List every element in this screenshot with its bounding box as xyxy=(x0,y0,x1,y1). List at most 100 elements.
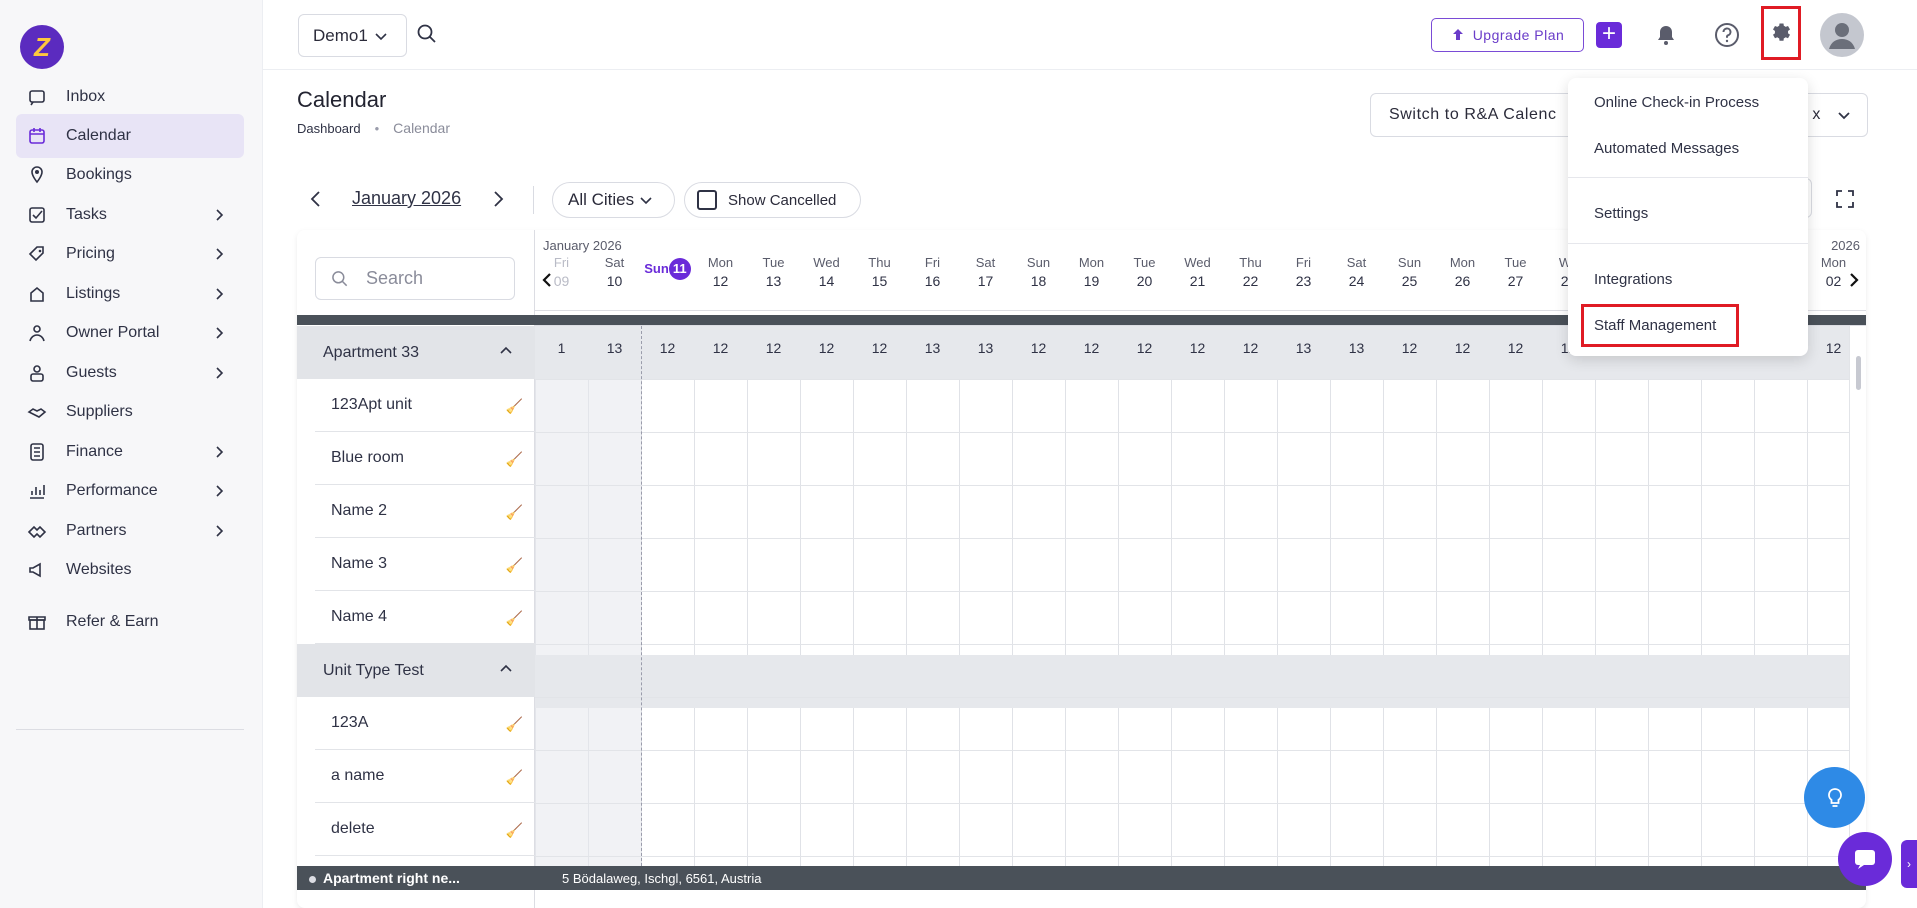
cleaning-brush-icon[interactable]: 🧹 xyxy=(506,716,523,733)
settings-gear-button[interactable] xyxy=(1761,6,1801,60)
cleaning-brush-icon[interactable]: 🧹 xyxy=(506,451,523,468)
sidebar-item-refer-earn[interactable]: Refer & Earn xyxy=(16,600,244,644)
cleaning-brush-icon[interactable]: 🧹 xyxy=(506,769,523,786)
unit-row[interactable]: 123A 🧹 xyxy=(315,697,535,750)
sidebar-item-inbox[interactable]: Inbox xyxy=(16,75,244,119)
app-logo[interactable]: Z xyxy=(20,25,64,69)
day-header[interactable]: Wed 21 xyxy=(1171,255,1224,289)
cleaning-brush-icon[interactable]: 🧹 xyxy=(506,822,523,839)
chevron-down-icon xyxy=(640,197,652,205)
next-month-arrow-icon[interactable] xyxy=(487,188,509,210)
day-header[interactable]: Tue 13 xyxy=(747,255,800,289)
group-header[interactable]: Unit Type Test xyxy=(297,644,535,697)
cleaning-brush-icon[interactable]: 🧹 xyxy=(506,610,523,627)
unit-row[interactable]: a name 🧹 xyxy=(315,750,535,803)
add-button[interactable]: + xyxy=(1596,22,1622,48)
sidebar-item-owner-portal[interactable]: Owner Portal xyxy=(16,311,244,355)
group-header[interactable]: Apartment 33 xyxy=(297,326,535,379)
day-of-week: Sat xyxy=(1346,255,1367,270)
prev-month-arrow-icon[interactable] xyxy=(305,188,327,210)
tips-button[interactable] xyxy=(1804,767,1865,828)
cities-filter[interactable]: All Cities xyxy=(552,182,675,218)
group-band-unit-type-test xyxy=(535,655,1849,708)
day-header[interactable]: Sat 17 xyxy=(959,255,1012,289)
menu-divider xyxy=(1568,243,1808,244)
month-picker[interactable]: January 2026 xyxy=(352,188,461,209)
sidebar-item-label: Owner Portal xyxy=(66,324,160,341)
cleaning-brush-icon[interactable]: 🧹 xyxy=(506,557,523,574)
sidebar-item-pricing[interactable]: Pricing xyxy=(16,232,244,276)
chevron-up-icon[interactable] xyxy=(499,344,513,358)
workspace-select[interactable]: Demo1 xyxy=(298,14,407,57)
bell-icon[interactable] xyxy=(1654,23,1678,47)
row-line xyxy=(535,591,1849,592)
group-header-apartment-right[interactable]: Apartment right ne... 5 Bödalaweg, Ischg… xyxy=(297,866,1866,890)
chevron-up-icon[interactable] xyxy=(499,662,513,676)
grid-lines xyxy=(535,326,1849,866)
unit-row[interactable]: Name 4 🧹 xyxy=(315,591,535,644)
unit-search-input[interactable]: Search xyxy=(315,257,515,300)
sidebar-item-listings[interactable]: Listings xyxy=(16,272,244,316)
unit-row[interactable]: Name 3 🧹 xyxy=(315,538,535,591)
unit-row[interactable]: 123Apt unit 🧹 xyxy=(315,379,535,432)
sidebar-item-tasks[interactable]: Tasks xyxy=(16,193,244,237)
menu-item-staff-management[interactable]: Staff Management xyxy=(1594,317,1716,334)
side-panel-tab[interactable]: › xyxy=(1901,840,1917,888)
unit-name: Name 4 xyxy=(331,608,388,625)
sidebar-item-websites[interactable]: Websites xyxy=(16,548,244,592)
menu-item-settings[interactable]: Settings xyxy=(1594,205,1648,222)
menu-item-online-checkin[interactable]: Online Check-in Process xyxy=(1594,94,1759,111)
sidebar-item-bookings[interactable]: Bookings xyxy=(16,153,244,197)
day-header[interactable]: Fri 16 xyxy=(906,255,959,289)
sidebar-item-calendar[interactable]: Calendar xyxy=(16,114,244,158)
breadcrumb-dashboard[interactable]: Dashboard xyxy=(297,121,361,136)
day-header[interactable]: Sun 18 xyxy=(1012,255,1065,289)
day-header[interactable]: Fri 09 xyxy=(535,255,588,289)
day-header[interactable]: Mon 26 xyxy=(1436,255,1489,289)
chevron-right-icon xyxy=(216,525,224,537)
day-header[interactable]: Sat 24 xyxy=(1330,255,1383,289)
day-number: 25 xyxy=(1401,273,1418,289)
chat-button[interactable] xyxy=(1838,832,1892,886)
help-icon[interactable] xyxy=(1714,22,1740,48)
sidebar-item-label: Bookings xyxy=(66,166,132,183)
day-header[interactable]: Thu 22 xyxy=(1224,255,1277,289)
menu-item-automated-messages[interactable]: Automated Messages xyxy=(1594,140,1739,157)
day-number: 14 xyxy=(818,273,835,289)
cleaning-brush-icon[interactable]: 🧹 xyxy=(506,504,523,521)
unit-row[interactable]: Blue room 🧹 xyxy=(315,432,535,485)
day-header[interactable]: Tue 27 xyxy=(1489,255,1542,289)
upgrade-plan-button[interactable]: Upgrade Plan xyxy=(1431,18,1584,52)
day-number: 22 xyxy=(1242,273,1259,289)
avatar[interactable] xyxy=(1820,13,1864,57)
day-header[interactable]: Wed 14 xyxy=(800,255,853,289)
fullscreen-icon[interactable] xyxy=(1834,188,1856,210)
year-label: January 2026 xyxy=(543,238,622,253)
show-cancelled-toggle[interactable]: Show Cancelled xyxy=(684,182,861,218)
day-header[interactable]: Fri 23 xyxy=(1277,255,1330,289)
day-header[interactable]: Sat 10 xyxy=(588,255,641,289)
day-of-week: Fri xyxy=(553,255,570,270)
sidebar-item-partners[interactable]: Partners xyxy=(16,509,244,553)
sidebar-item-finance[interactable]: Finance xyxy=(16,430,244,474)
sidebar-item-guests[interactable]: Guests xyxy=(16,351,244,395)
cleaning-brush-icon[interactable]: 🧹 xyxy=(506,398,523,415)
menu-item-integrations[interactable]: Integrations xyxy=(1594,271,1672,288)
day-header[interactable]: Thu 15 xyxy=(853,255,906,289)
checkbox[interactable] xyxy=(697,190,717,210)
day-header[interactable]: Mon 12 xyxy=(694,255,747,289)
unit-row[interactable]: delete 🧹 xyxy=(315,803,535,856)
vscroll-thumb[interactable] xyxy=(1856,356,1861,390)
day-header[interactable]: Sun 25 xyxy=(1383,255,1436,289)
day-header[interactable]: Mon 02 xyxy=(1807,255,1860,289)
day-of-week: Tue xyxy=(1504,255,1527,270)
sidebar-item-suppliers[interactable]: Suppliers xyxy=(16,390,244,434)
day-header[interactable]: Sun 11 xyxy=(641,255,694,280)
day-header[interactable]: Mon 19 xyxy=(1065,255,1118,289)
sidebar-item-label: Performance xyxy=(66,482,158,499)
day-header[interactable]: Tue 20 xyxy=(1118,255,1171,289)
search-icon[interactable] xyxy=(415,22,439,46)
day-of-week: Tue xyxy=(762,255,785,270)
sidebar-item-performance[interactable]: Performance xyxy=(16,469,244,513)
unit-row[interactable]: Name 2 🧹 xyxy=(315,485,535,538)
